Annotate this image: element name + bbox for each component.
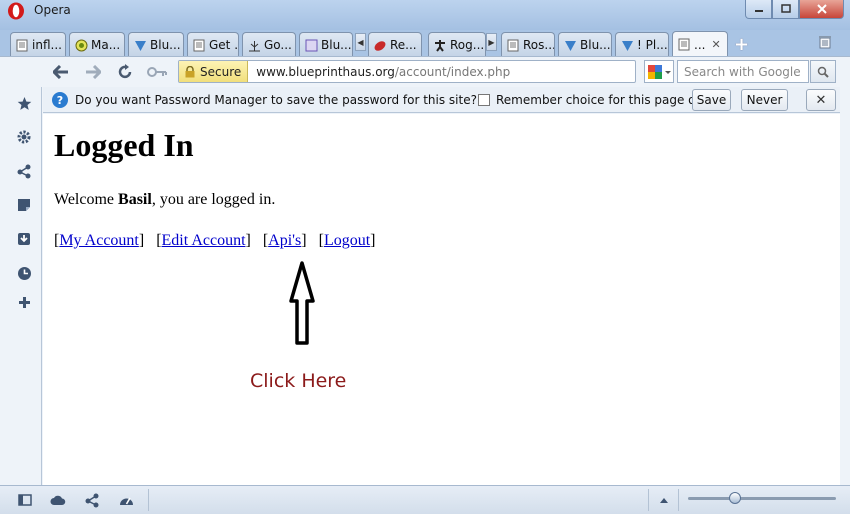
blueprint-icon [620,38,634,52]
tab-6[interactable]: Re... [368,32,422,57]
add-panel-plus-icon[interactable] [16,294,32,310]
zoom-slider-thumb[interactable] [729,492,741,504]
back-button[interactable] [51,62,71,82]
google-icon [648,64,671,79]
never-save-button[interactable]: Never [741,89,788,111]
password-prompt-text: Do you want Password Manager to save the… [75,93,477,107]
logout-link[interactable]: Logout [324,232,370,249]
bookmarks-star-icon[interactable] [16,95,32,111]
notes-icon[interactable] [16,197,32,213]
url-text[interactable]: www.blueprinthaus.org/account/index.php [248,65,510,79]
document-icon [506,38,520,52]
blueprint-icon [563,38,577,52]
close-tab-icon[interactable]: ✕ [711,38,720,51]
lock-icon [185,65,195,77]
minimize-icon [754,10,763,12]
back-arrow-icon [53,65,68,79]
up-arrow-annotation-icon [289,261,315,345]
opera-logo-icon [8,2,24,20]
page-title: Logged In [54,127,194,163]
forward-button[interactable] [83,62,103,82]
reload-icon [118,64,132,79]
unite-share-icon[interactable] [16,163,32,179]
status-separator [648,489,649,511]
edit-account-link[interactable]: Edit Account [162,232,246,249]
tab-10[interactable]: ! Pl... [615,32,669,57]
remember-choice-checkbox[interactable] [478,94,490,106]
document-icon [677,38,691,52]
right-edge [840,87,850,485]
apis-link[interactable]: Api's [268,232,301,249]
search-icon [817,66,829,78]
key-button[interactable] [147,62,167,82]
blueprint-icon [133,38,147,52]
maximize-button[interactable] [772,0,799,19]
maximize-icon [780,4,791,13]
window-title: Opera [34,3,71,17]
tab-9[interactable]: Blu... [558,32,612,57]
status-bar [0,485,850,514]
history-clock-icon[interactable] [16,265,32,281]
secure-badge[interactable]: Secure [179,61,249,82]
settings-gear-icon[interactable] [16,129,32,145]
turbo-speedometer-icon[interactable] [118,492,134,508]
tab-2[interactable]: Blu... [128,32,184,57]
document-icon [15,38,29,52]
figure-icon [433,38,447,52]
tab-11-active[interactable]: ... ✕ [672,31,728,57]
tab-0[interactable]: infl... [10,32,66,57]
tab-scroll-left-button[interactable]: ◀ [355,33,366,51]
new-tab-button[interactable]: + [734,34,749,55]
reload-button[interactable] [115,62,135,82]
panel-toggle-icon[interactable] [17,492,33,508]
password-manager-bar: ? Do you want Password Manager to save t… [43,87,840,113]
frame-icon [304,38,318,52]
tab-4[interactable]: Go... [242,32,296,57]
account-links: [My Account] [Edit Account] [Api's] [Log… [54,232,376,249]
antenna-icon [247,38,261,52]
downloads-icon[interactable] [16,231,32,247]
minimize-button[interactable] [745,0,772,19]
unite-status-icon[interactable] [84,492,100,508]
tab-scroll-right-button[interactable]: ▶ [486,33,497,51]
page-viewport: Logged In Welcome Basil, you are logged … [43,114,840,485]
my-account-link[interactable]: My Account [59,232,139,249]
close-bar-icon[interactable]: ✕ [806,89,836,111]
bug-icon [373,38,387,52]
search-button[interactable] [810,60,836,83]
remember-choice-label[interactable]: Remember choice for this page only [496,93,714,107]
document-icon [192,38,206,52]
close-icon [816,4,827,14]
username: Basil [118,191,152,208]
search-input[interactable]: Search with Google [677,60,809,83]
welcome-message: Welcome Basil, you are logged in. [54,191,276,208]
tab-5[interactable]: Blu... [299,32,353,57]
key-icon [147,67,167,77]
save-password-button[interactable]: Save [692,89,731,111]
status-separator [678,489,679,511]
title-bar: Opera [0,0,850,30]
sidebar-panel [0,87,42,485]
click-here-annotation: Click Here [250,370,347,392]
info-icon: ? [52,92,68,108]
search-engine-selector[interactable] [644,60,674,83]
target-icon [74,38,88,52]
forward-arrow-icon [86,65,101,79]
status-separator [148,489,149,511]
tab-7[interactable]: Rog... [428,32,486,57]
address-bar[interactable]: Secure www.blueprinthaus.org/account/ind… [178,60,636,83]
tab-8[interactable]: Ros... [501,32,555,57]
cloud-sync-icon[interactable] [50,492,66,508]
zoom-slider[interactable] [688,492,836,504]
trash-icon[interactable] [818,34,832,49]
tab-1[interactable]: Ma... [69,32,125,57]
close-window-button[interactable] [799,0,844,19]
navigation-toolbar: Secure www.blueprinthaus.org/account/ind… [43,57,840,87]
zoom-popup-arrow-icon[interactable] [656,492,672,508]
tab-3[interactable]: Get ... [187,32,239,57]
